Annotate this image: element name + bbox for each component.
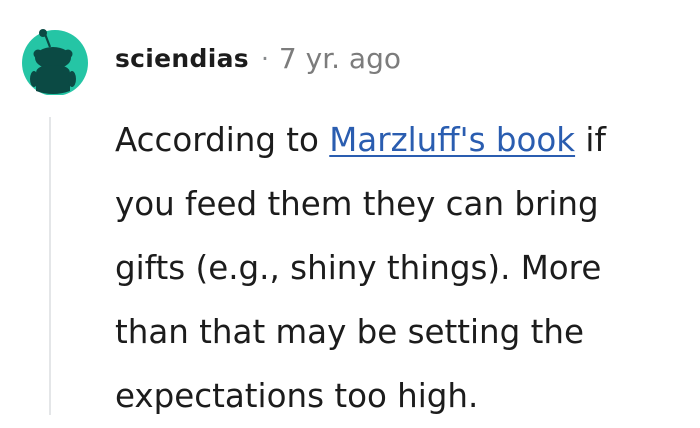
book-link[interactable]: Marzluff's book: [329, 121, 575, 159]
body-text-line4: than that may be setting the: [115, 313, 584, 351]
timestamp[interactable]: 7 yr. ago: [279, 42, 401, 75]
body-text-line5: expectations too high.: [115, 377, 479, 415]
body-text-line2: you feed them they can bring: [115, 185, 599, 223]
reddit-snoo-avatar-icon: [22, 29, 88, 96]
comment-header: sciendias · 7 yr. ago: [115, 36, 401, 80]
separator-dot: ·: [260, 43, 269, 73]
username-link[interactable]: sciendias: [115, 44, 249, 73]
user-avatar[interactable]: [14, 25, 96, 96]
body-text-line1-end: if: [575, 121, 606, 159]
body-text-line3: gifts (e.g., shiny things). More: [115, 249, 602, 287]
thread-line[interactable]: [49, 117, 51, 415]
comment-body: According to Marzluff's book if you feed …: [115, 108, 700, 428]
comment-card: sciendias · 7 yr. ago According to Marzl…: [0, 0, 700, 415]
body-text-line1-start: According to: [115, 121, 330, 159]
